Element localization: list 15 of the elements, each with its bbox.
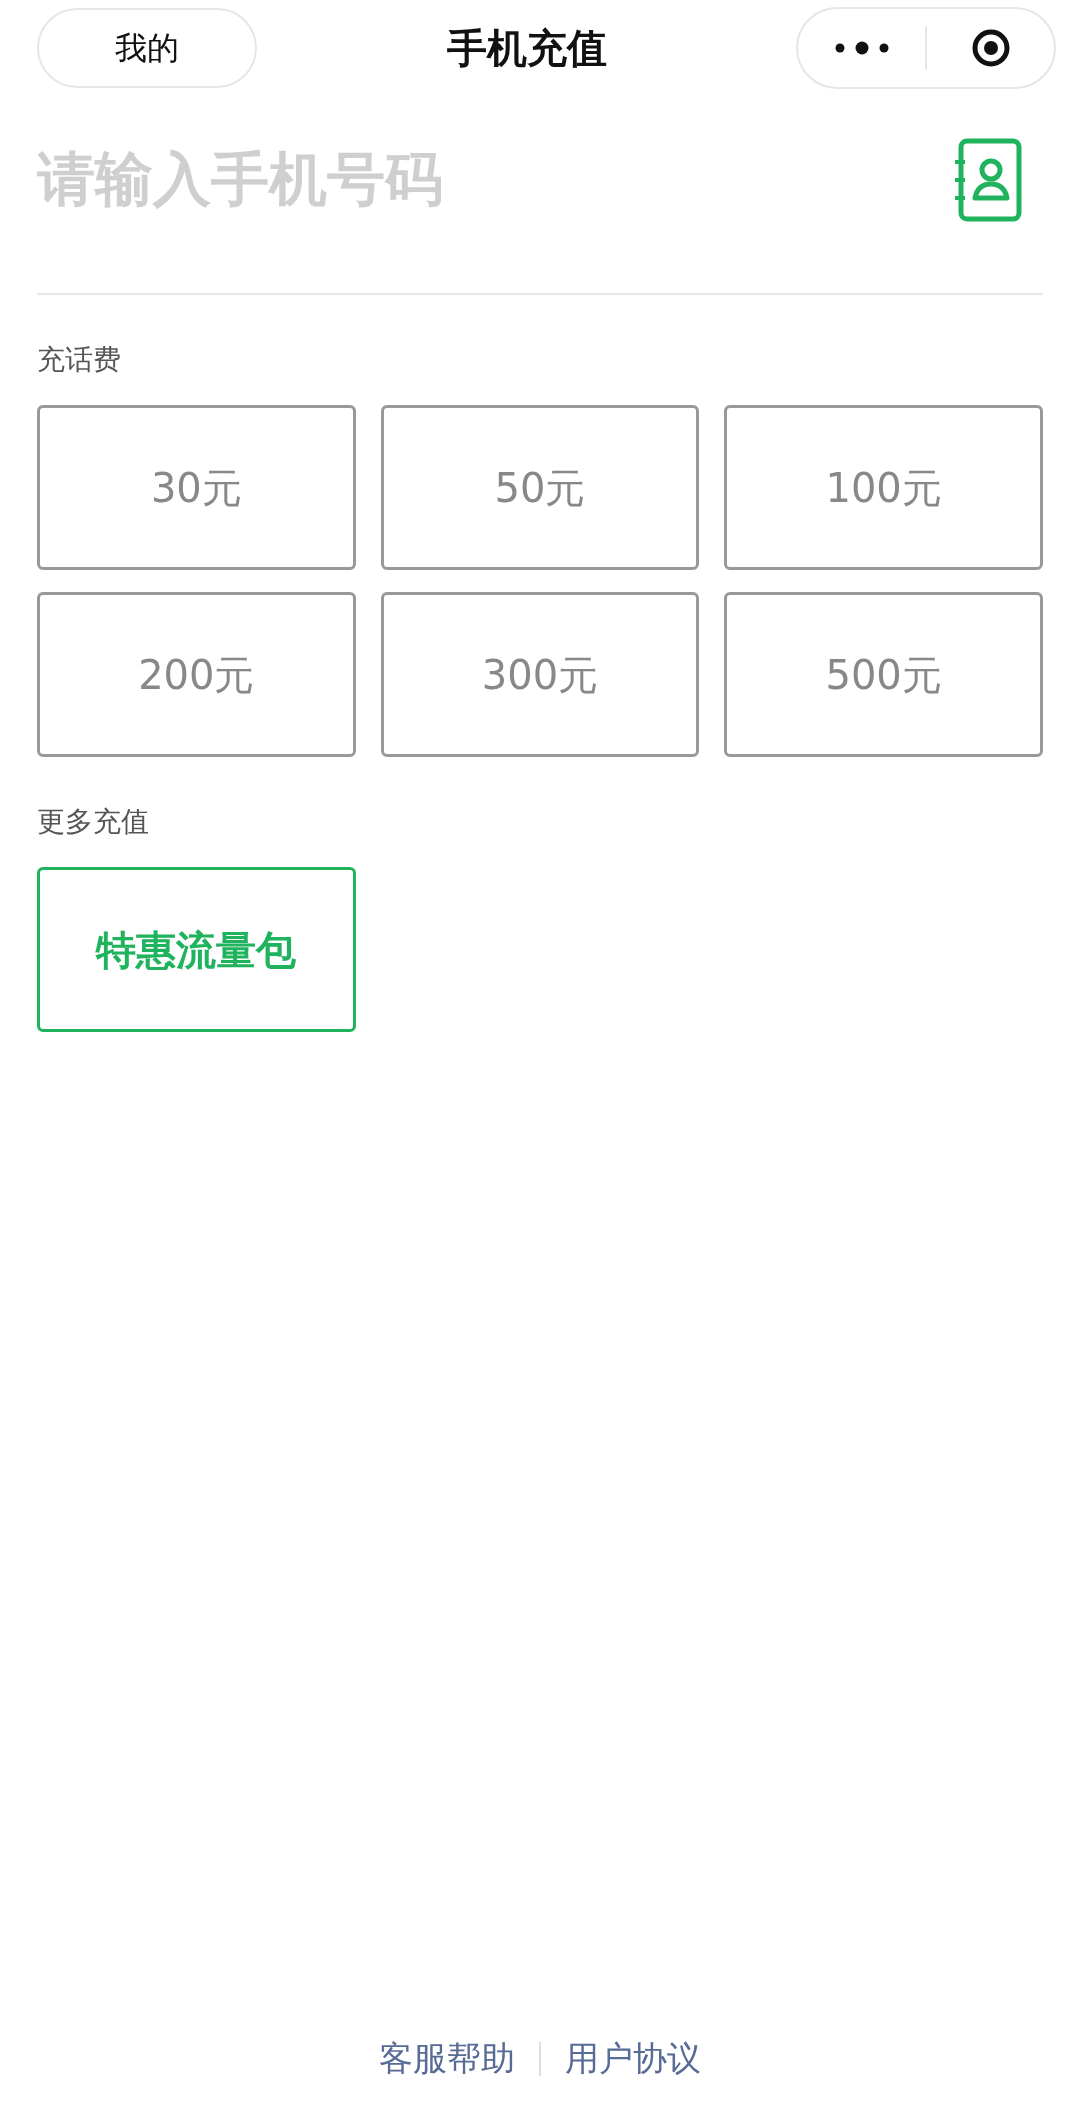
back-button[interactable]: 我的: [37, 8, 257, 88]
section-label: 充话费: [37, 342, 122, 378]
amount-button[interactable]: 50元: [380, 405, 700, 570]
data-pack-button[interactable]: 特惠流量包: [37, 867, 356, 1032]
amount-button[interactable]: 200元: [37, 592, 356, 757]
section-label: 更多充值: [37, 804, 150, 840]
footer-link[interactable]: 用户协议: [565, 2033, 701, 2084]
amount-button[interactable]: 500元: [724, 592, 1043, 757]
more-icon[interactable]: [833, 41, 890, 55]
contacts-icon[interactable]: [953, 137, 1023, 222]
amount-button[interactable]: 300元: [380, 592, 700, 757]
amount-button[interactable]: 30元: [37, 405, 356, 570]
page-title: 手机充值: [446, 24, 607, 73]
footer-link[interactable]: 客服帮助: [379, 2033, 515, 2084]
amount-button[interactable]: 100元: [724, 405, 1043, 570]
